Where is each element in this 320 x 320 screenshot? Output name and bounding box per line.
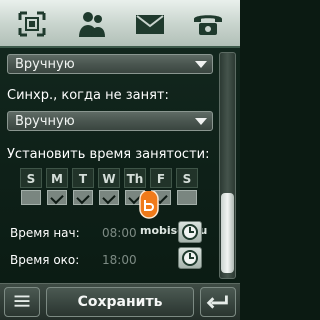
day-header: M xyxy=(46,168,68,188)
back-button[interactable] xyxy=(200,287,236,317)
start-time-button[interactable] xyxy=(178,221,202,243)
top-icon-bar xyxy=(0,0,240,48)
watermark-logo xyxy=(139,191,159,219)
day-checkbox-saturday[interactable] xyxy=(177,190,197,205)
sync-dropdown-value: Вручную xyxy=(15,114,75,129)
save-button[interactable]: Сохранить xyxy=(46,287,194,317)
chevron-down-icon xyxy=(195,61,207,68)
day-header: Th xyxy=(124,168,146,188)
menu-icon xyxy=(14,295,30,307)
menu-button[interactable] xyxy=(4,287,40,317)
sync-label: Синхр., когда не занят: xyxy=(7,88,169,103)
day-checkbox-wednesday[interactable] xyxy=(99,190,119,205)
day-header: F xyxy=(150,168,172,188)
day-checkbox-monday[interactable] xyxy=(47,190,67,205)
bottom-bar: Сохранить xyxy=(0,283,240,320)
day-checkbox-sunday[interactable] xyxy=(21,190,41,205)
busy-time-label: Установить время занятости: xyxy=(7,147,210,162)
sync-dropdown[interactable]: Вручную xyxy=(7,111,213,131)
phone-icon[interactable] xyxy=(190,7,226,41)
day-header: W xyxy=(98,168,120,188)
scrollbar[interactable] xyxy=(219,52,236,279)
chevron-down-icon xyxy=(195,118,207,125)
scrollbar-thumb[interactable] xyxy=(221,193,234,273)
envelope-icon[interactable] xyxy=(132,7,168,41)
end-time-button[interactable] xyxy=(178,247,202,269)
mode-dropdown[interactable]: Вручную xyxy=(7,54,213,74)
save-button-label: Сохранить xyxy=(77,294,163,310)
grid-focus-icon[interactable] xyxy=(14,7,50,41)
mode-dropdown-value: Вручную xyxy=(15,57,75,72)
screen: Вручную Синхр., когда не занят: Вручную … xyxy=(0,0,240,320)
day-header: T xyxy=(72,168,94,188)
weekday-selector: S M T W Th F S xyxy=(20,168,198,210)
end-time-label: Время око: xyxy=(10,253,80,267)
start-time-value: 08:00 xyxy=(102,226,137,240)
clock-icon xyxy=(182,224,198,240)
contacts-icon[interactable] xyxy=(74,7,110,41)
day-header: S xyxy=(176,168,198,188)
day-header: S xyxy=(20,168,42,188)
back-arrow-icon xyxy=(206,295,228,309)
start-time-label: Время нач: xyxy=(10,226,80,240)
end-time-value: 18:00 xyxy=(102,253,137,267)
clock-icon xyxy=(182,250,198,266)
day-checkbox-tuesday[interactable] xyxy=(73,190,93,205)
